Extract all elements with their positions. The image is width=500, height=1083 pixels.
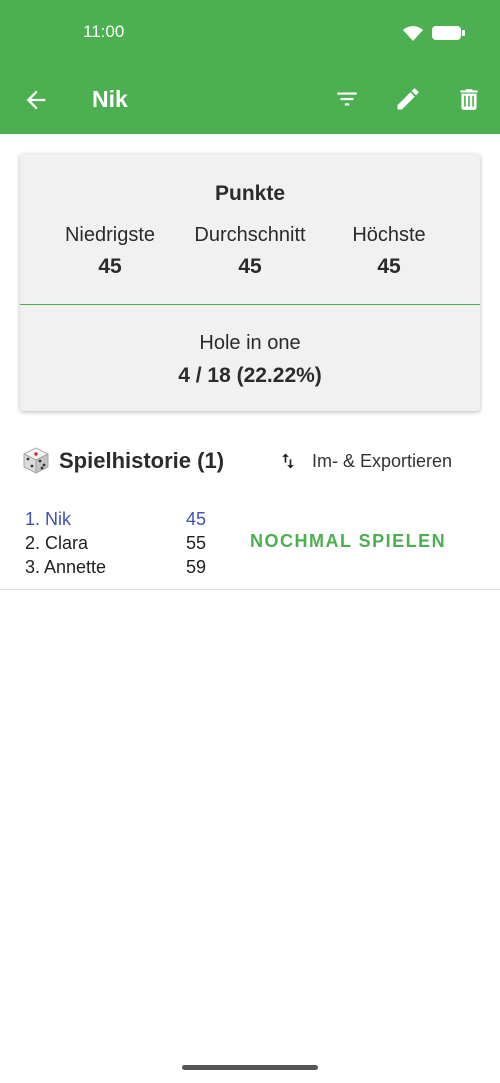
- arrow-left-icon[interactable]: [22, 86, 50, 114]
- stats-title: Punkte: [214, 182, 285, 205]
- game-history-item[interactable]: 1. Nik 2. Clara 3. Annette 45 55 59 NOCH…: [0, 500, 500, 590]
- stat-highest-value: 45: [377, 255, 401, 278]
- home-indicator[interactable]: [182, 1065, 318, 1070]
- history-header: Spielhistorie (1) Im- & Exportieren: [20, 444, 480, 478]
- card-divider: [20, 304, 480, 305]
- player-score: 55: [186, 533, 207, 553]
- player-rank-name: 2. Clara: [25, 533, 89, 553]
- wifi-icon: [403, 26, 423, 41]
- stat-lowest: Niedrigste 45: [35, 224, 185, 279]
- stat-average-value: 45: [238, 255, 262, 278]
- swap-vertical-icon: [282, 453, 294, 469]
- stat-lowest-value: 45: [98, 255, 122, 278]
- player-ranking: 1. Nik 2. Clara 3. Annette: [25, 508, 106, 580]
- status-time: 11:00: [83, 22, 125, 41]
- app-bar: Nik: [0, 64, 500, 134]
- player-rank-name: 1. Nik: [25, 509, 72, 529]
- import-export-label: Im- & Exportieren: [312, 450, 453, 471]
- stat-average: Durchschnitt 45: [175, 224, 325, 279]
- history-title: Spielhistorie (1): [59, 448, 225, 473]
- stat-lowest-label: Niedrigste: [64, 224, 156, 246]
- battery-icon: [432, 26, 465, 40]
- stat-average-label: Durchschnitt: [194, 224, 306, 246]
- player-score: 45: [186, 509, 207, 529]
- import-export-button[interactable]: Im- & Exportieren: [278, 446, 452, 476]
- stats-card: Punkte Niedrigste 45 Durchschnitt 45 Höc…: [20, 154, 480, 411]
- hole-in-one-value: 4 / 18 (22.22%): [178, 364, 322, 387]
- page-title: Nik: [92, 86, 128, 112]
- filter-icon: [337, 92, 357, 106]
- play-again-button[interactable]: NOCHMAL SPIELEN: [250, 531, 446, 552]
- player-score: 59: [186, 557, 207, 577]
- status-icons: [402, 24, 466, 42]
- dice-icon: [23, 447, 49, 474]
- stat-highest: Höchste 45: [314, 224, 464, 279]
- edit-icon: [397, 88, 419, 110]
- filter-button[interactable]: [332, 84, 362, 114]
- edit-button[interactable]: [393, 84, 423, 114]
- delete-icon: [460, 89, 478, 110]
- player-scores: 45 55 59: [186, 508, 206, 580]
- status-bar: 11:00: [0, 0, 500, 64]
- delete-button[interactable]: [454, 84, 484, 114]
- player-rank-name: 3. Annette: [25, 557, 107, 577]
- hole-in-one-label: Hole in one: [199, 332, 301, 354]
- stat-highest-label: Höchste: [352, 224, 426, 246]
